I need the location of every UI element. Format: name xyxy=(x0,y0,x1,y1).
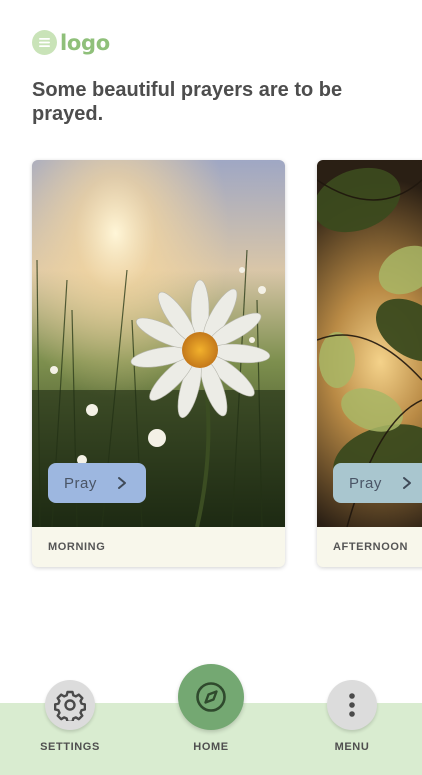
logo-text: logo xyxy=(60,30,110,55)
nav-settings-button[interactable]: SETTINGS xyxy=(36,680,104,753)
nav-settings-label: SETTINGS xyxy=(40,741,100,753)
more-vertical-icon xyxy=(327,680,377,730)
card-label-morning: MORNING xyxy=(48,541,106,553)
prayer-card-morning[interactable]: Pray MORNING xyxy=(32,160,285,567)
nav-home-label: HOME xyxy=(193,741,229,753)
pray-button-label: Pray xyxy=(349,474,382,492)
nav-menu-label: MENU xyxy=(334,741,370,753)
pray-button-afternoon[interactable]: Pray xyxy=(333,463,422,503)
prayer-card-afternoon[interactable]: Pray AFTERNOON xyxy=(317,160,422,567)
nav-menu-button[interactable]: MENU xyxy=(318,680,386,753)
page-headline: Some beautiful prayers are to be prayed. xyxy=(32,79,343,125)
list-icon xyxy=(32,30,57,55)
chevron-right-icon xyxy=(401,476,413,490)
nav-home-button[interactable]: HOME xyxy=(176,664,246,753)
app-screen: logo Some beautiful prayers are to be pr… xyxy=(0,0,422,775)
pray-button-morning[interactable]: Pray xyxy=(48,463,146,503)
app-logo[interactable]: logo xyxy=(32,30,110,55)
compass-icon xyxy=(178,664,244,730)
chevron-right-icon xyxy=(116,476,128,490)
pray-button-label: Pray xyxy=(64,474,97,492)
card-label-afternoon: AFTERNOON xyxy=(333,541,409,553)
gear-icon xyxy=(45,680,95,730)
